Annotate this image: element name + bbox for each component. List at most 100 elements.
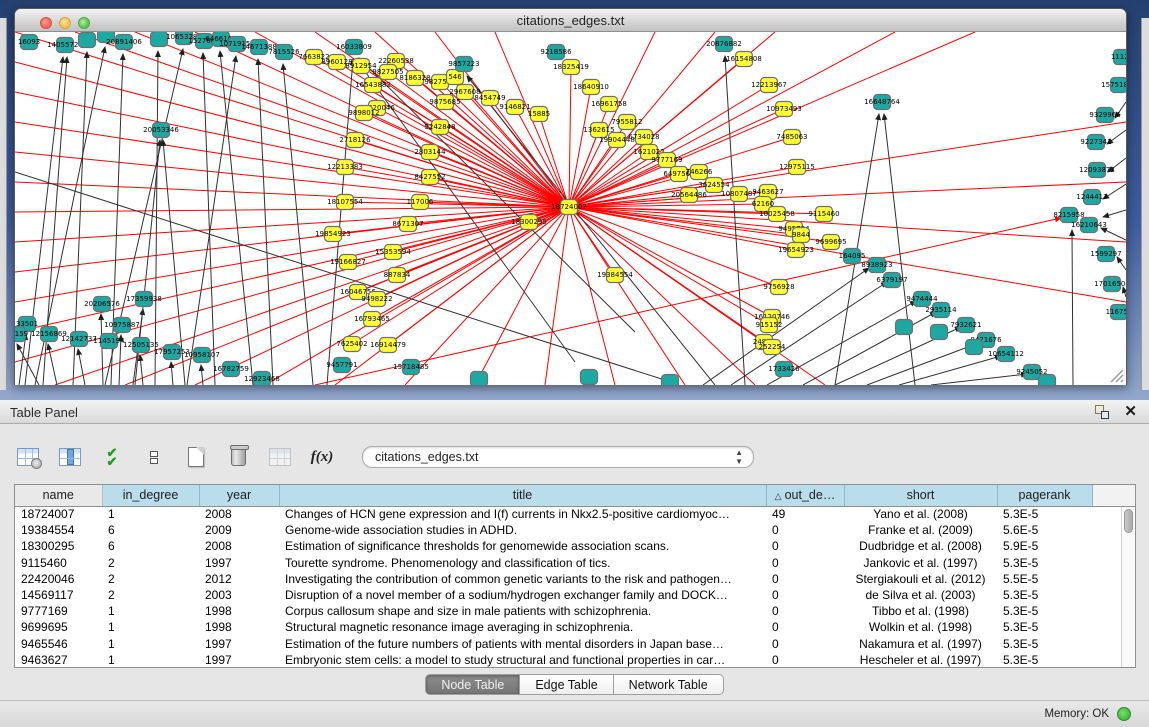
network-node-yellow[interactable]: 15353594 <box>375 245 411 260</box>
network-node-yellow[interactable]: 16914479 <box>370 338 406 353</box>
network-node-yellow[interactable]: 117006 <box>407 195 434 210</box>
network-node-teal[interactable]: 16093 <box>18 35 40 50</box>
column-header-year[interactable]: year <box>199 485 279 506</box>
network-node-yellow[interactable]: 7625402 <box>336 337 367 352</box>
network-node-teal[interactable]: 1244413 <box>1076 190 1107 205</box>
network-node-yellow[interactable]: 9115460 <box>808 207 839 222</box>
column-header-title[interactable]: title <box>279 485 766 506</box>
network-node-yellow[interactable]: 8671307 <box>392 217 423 232</box>
network-node-yellow[interactable]: 9756928 <box>763 280 794 295</box>
table-row[interactable]: 1456911722003Disruption of a novel membe… <box>15 587 1135 603</box>
network-node-teal[interactable]: 9329966 <box>1089 108 1121 123</box>
column-header-in_degree[interactable]: in_degree <box>102 485 199 506</box>
table-row[interactable]: 946362711997Embryonic stem cells: a mode… <box>15 652 1135 668</box>
network-node-teal[interactable]: 16033809 <box>336 40 372 55</box>
network-node-yellow[interactable]: 19384554 <box>597 268 633 283</box>
table-row[interactable]: 1938455462009Genome-wide association stu… <box>15 522 1135 538</box>
network-node-teal[interactable]: 16648764 <box>864 95 900 110</box>
network-node-teal[interactable]: 17016504 <box>1094 277 1126 292</box>
table-scrollbar-thumb[interactable] <box>1124 509 1133 533</box>
column-header-pagerank[interactable]: pagerank <box>997 485 1092 506</box>
column-header-filler[interactable] <box>1092 485 1135 506</box>
close-panel-icon[interactable]: ✕ <box>1124 402 1137 420</box>
network-node-teal[interactable] <box>966 340 983 355</box>
network-node-yellow[interactable]: 18325419 <box>553 60 589 75</box>
column-header-short[interactable]: short <box>844 485 997 506</box>
network-node-yellow[interactable]: 12975115 <box>779 160 815 175</box>
network-node-yellow[interactable]: 7485063 <box>776 130 807 145</box>
network-node-teal[interactable]: 20876882 <box>706 37 742 52</box>
left-panel-edge <box>0 18 7 390</box>
network-node-teal[interactable] <box>471 372 488 386</box>
network-node-teal[interactable] <box>151 32 168 47</box>
table-row[interactable]: 969969511998Structural magnetic resonanc… <box>15 619 1135 635</box>
table-row[interactable]: 977716911998Corpus callosum shape and si… <box>15 603 1135 619</box>
table-selector-dropdown[interactable]: citations_edges.txt ▲▼ <box>362 446 754 468</box>
network-window-titlebar[interactable]: citations_edges.txt <box>15 9 1126 32</box>
network-node-teal[interactable]: 12093872 <box>1079 163 1115 178</box>
network-node-teal[interactable]: 10975887 <box>104 318 140 333</box>
network-node-teal[interactable]: 10654112 <box>988 347 1024 362</box>
network-node-yellow[interactable]: 16961758 <box>591 97 627 112</box>
network-node-yellow[interactable]: 18640910 <box>573 80 609 95</box>
network-node-yellow[interactable]: 19854923 <box>315 227 351 242</box>
svg-text:8671307: 8671307 <box>392 220 423 228</box>
network-node-yellow[interactable]: 8427552 <box>414 170 445 185</box>
network-node-teal[interactable] <box>896 320 913 335</box>
network-node-yellow[interactable]: 15885 <box>528 107 550 122</box>
network-node-yellow[interactable]: 19654923 <box>778 243 814 258</box>
row-height-icon[interactable] <box>140 444 168 470</box>
network-node-teal[interactable] <box>662 375 679 386</box>
table-row[interactable]: 1830029562008Estimation of significance … <box>15 538 1135 554</box>
network-node-yellow[interactable]: 7955812 <box>611 115 642 130</box>
network-node-yellow[interactable]: 9242848 <box>424 120 455 135</box>
network-node-teal[interactable]: 11124 <box>1111 50 1126 65</box>
network-node-yellow[interactable]: 16793465 <box>354 312 390 327</box>
column-header-out_de…[interactable]: △out_de… <box>766 485 844 506</box>
table-row[interactable]: 1872400712008Changes of HCN gene express… <box>15 506 1135 522</box>
tab-network-table[interactable]: Network Table <box>614 674 724 695</box>
delete-table-icon[interactable] <box>224 444 252 470</box>
table-scrollbar[interactable] <box>1121 507 1134 668</box>
float-panel-icon[interactable] <box>1095 405 1109 419</box>
network-node-yellow[interactable]: 20564486 <box>671 188 707 203</box>
tab-edge-table[interactable]: Edge Table <box>520 674 613 695</box>
tab-node-table[interactable]: Node Table <box>425 674 520 695</box>
network-node-teal[interactable]: 1599297 <box>1090 247 1121 262</box>
memory-status-icon[interactable] <box>1117 707 1131 721</box>
network-node-teal[interactable]: 9218586 <box>540 45 572 60</box>
select-columns-icon[interactable]: ✔✔ <box>98 444 126 470</box>
network-node-teal[interactable]: 17359938 <box>126 292 162 307</box>
network-node-teal[interactable]: 1733426 <box>768 362 800 377</box>
svg-text:9227341: 9227341 <box>1080 138 1111 146</box>
network-node-yellow[interactable]: 19166827 <box>330 255 366 270</box>
table-row[interactable]: 2242004622012Investigating the contribut… <box>15 571 1135 587</box>
network-node-teal[interactable]: 12923468 <box>244 372 280 386</box>
network-node-teal[interactable]: 9227341 <box>1080 135 1111 150</box>
network-node-yellow[interactable]: 12213383 <box>327 160 363 175</box>
table-row[interactable]: 911546021997Tourette syndrome. Phenomeno… <box>15 555 1135 571</box>
network-node-teal[interactable]: 116753 <box>1106 305 1126 320</box>
network-node-teal[interactable]: 15718485 <box>393 360 429 375</box>
network-node-teal[interactable] <box>931 325 948 340</box>
network-node-teal[interactable]: 6379197 <box>876 273 907 288</box>
network-node-teal[interactable]: 9457791 <box>326 358 357 373</box>
network-node-teal[interactable]: 15751874 <box>1101 78 1126 93</box>
table-settings-icon[interactable] <box>14 444 42 470</box>
new-table-icon[interactable] <box>182 444 210 470</box>
svg-text:1733426: 1733426 <box>768 365 800 373</box>
show-columns-icon[interactable] <box>56 444 84 470</box>
network-node-yellow[interactable]: 12213967 <box>751 78 787 93</box>
network-canvas[interactable]: 1872400776638228960128891295422260538982… <box>15 32 1126 385</box>
svg-text:7625402: 7625402 <box>336 340 367 348</box>
table-row[interactable]: 946554611997Estimation of the future num… <box>15 636 1135 652</box>
network-node-yellow[interactable]: 16154808 <box>726 52 762 67</box>
column-header-name[interactable]: name <box>15 485 102 506</box>
network-node-yellow[interactable]: 9844 <box>792 228 810 243</box>
network-node-teal[interactable] <box>581 370 598 385</box>
network-node-teal[interactable] <box>79 33 96 48</box>
resize-grip-icon[interactable] <box>1108 367 1124 383</box>
function-builder-icon[interactable]: f(x) <box>308 444 336 470</box>
network-node-yellow[interactable]: 9699695 <box>815 235 846 250</box>
network-node-teal[interactable] <box>1039 375 1056 386</box>
